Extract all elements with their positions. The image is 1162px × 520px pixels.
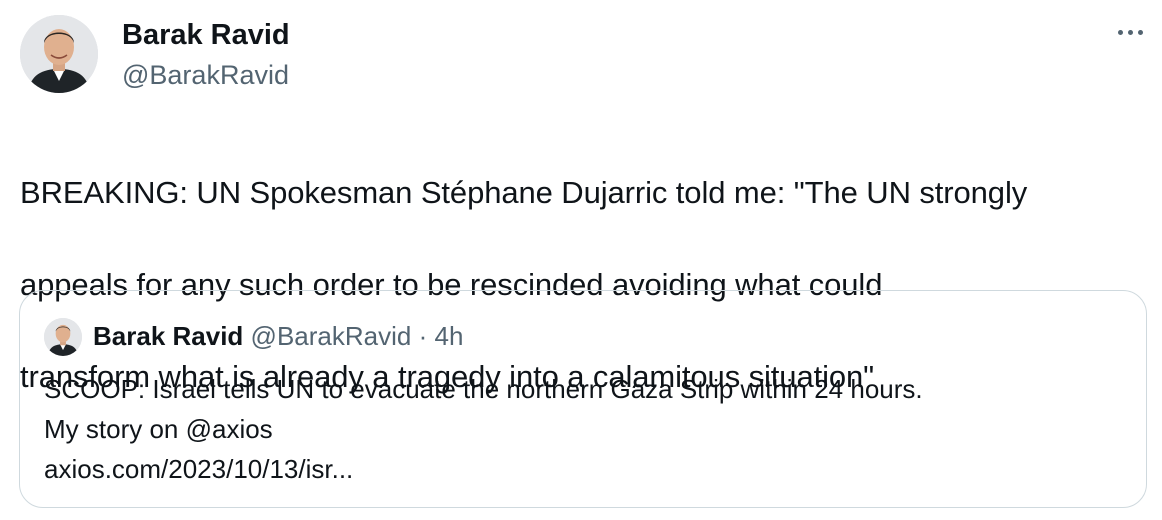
author-avatar[interactable] (20, 15, 98, 93)
quoted-separator: · (418, 321, 428, 351)
author-handle[interactable]: @BarakRavid (122, 58, 289, 92)
quoted-timestamp[interactable]: 4h (434, 321, 463, 351)
author-avatar-image (20, 15, 98, 93)
quoted-tweet[interactable]: Barak Ravid @BarakRavid · 4h SCOOP: Isra… (19, 290, 1147, 508)
more-horizontal-icon (1117, 29, 1123, 35)
quoted-text-line: My story on @axios (44, 414, 273, 444)
more-horizontal-icon-dot (1127, 29, 1133, 35)
quoted-author-name[interactable]: Barak Ravid (93, 321, 243, 351)
tweet-text-line: BREAKING: UN Spokesman Stéphane Dujarric… (20, 175, 1028, 210)
quoted-author-avatar[interactable] (44, 318, 82, 356)
quoted-link[interactable]: axios.com/2023/10/13/isr... (44, 449, 1124, 489)
more-horizontal-icon-dot (1137, 29, 1143, 35)
quoted-tweet-text: SCOOP: Israel tells UN to evacuate the n… (44, 369, 1124, 489)
quoted-text-line: SCOOP: Israel tells UN to evacuate the n… (44, 374, 923, 404)
quoted-tweet-header: Barak Ravid @BarakRavid · 4h (93, 319, 463, 353)
author-name[interactable]: Barak Ravid (122, 18, 290, 52)
tweet-card: Barak Ravid @BarakRavid BREAKING: UN Spo… (0, 0, 1162, 520)
quoted-author-handle[interactable]: @BarakRavid (251, 321, 412, 351)
more-options-button[interactable] (1108, 18, 1152, 46)
quoted-author-avatar-image (44, 318, 82, 356)
